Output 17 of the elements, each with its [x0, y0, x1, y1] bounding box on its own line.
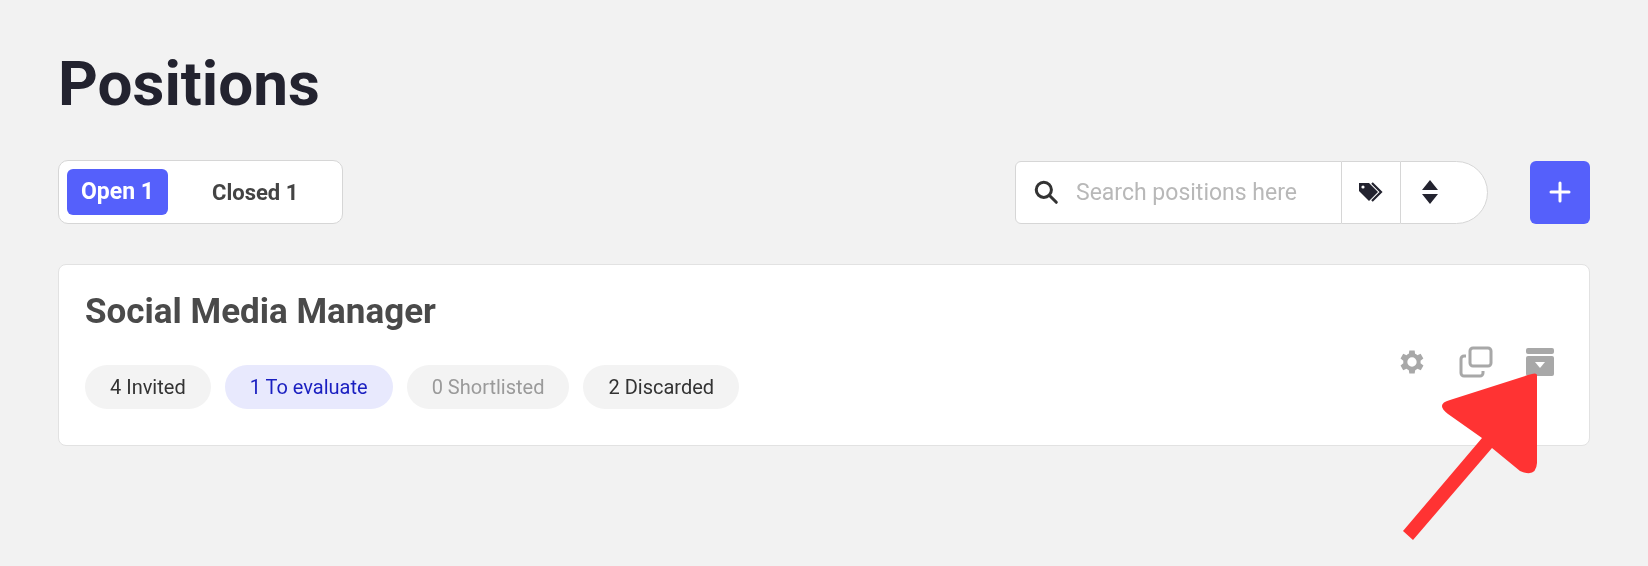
duplicate-button[interactable]: [1459, 345, 1493, 380]
tab[interactable]: Open 1: [67, 169, 169, 216]
page-title: Positions: [58, 50, 321, 119]
sort-button[interactable]: [1400, 160, 1488, 224]
status-pill: 0 Shortlisted: [406, 365, 570, 410]
status-pill: 1 To evaluate: [224, 365, 393, 410]
status-pill: 2 Discarded: [583, 365, 740, 410]
archive-icon: [1525, 347, 1555, 378]
plus-icon: [1549, 181, 1571, 204]
tags-button[interactable]: [1342, 160, 1400, 224]
position-title: Social Media Manager: [85, 291, 437, 334]
add-button[interactable]: [1530, 160, 1590, 224]
status-pill: 4 Invited: [85, 365, 211, 410]
sort-icon: [1421, 179, 1439, 206]
tab[interactable]: Closed 1: [176, 169, 335, 216]
duplicate-icon: [1459, 346, 1493, 379]
search-field[interactable]: Search positions here: [1015, 160, 1342, 224]
